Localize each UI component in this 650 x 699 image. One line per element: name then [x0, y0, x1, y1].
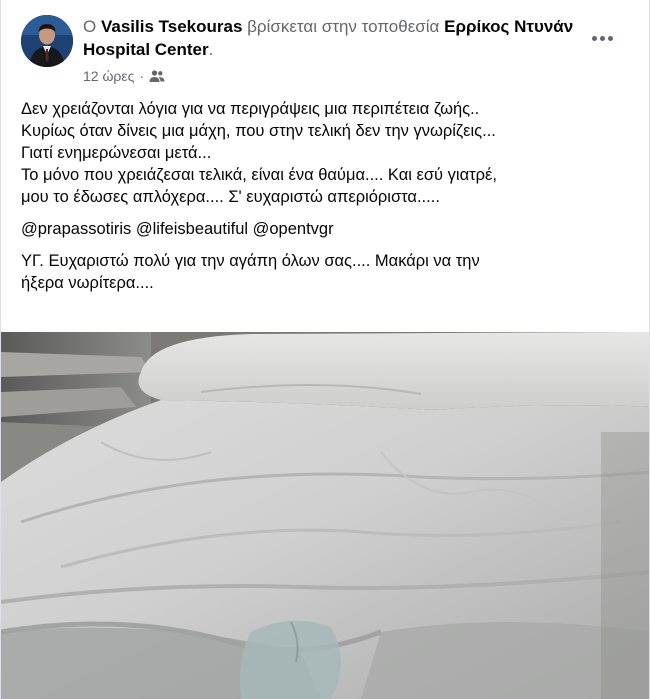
location-suffix: .: [208, 40, 214, 59]
post-line: Κυρίως όταν δίνεις μια μάχη, που στην τε…: [21, 122, 496, 140]
post-text: Δεν χρειάζονται λόγια για να περιγράψεις…: [21, 98, 636, 294]
mentions-line: @prapassotiris @lifeisbeautiful @opentvg…: [21, 218, 636, 240]
mention-link[interactable]: @opentvgr: [253, 220, 334, 238]
post-header: Ο Vasilis Tsekouras βρίσκεται στην τοποθ…: [1, 0, 649, 95]
meta-separator: ·: [139, 68, 145, 84]
post-byline: Ο Vasilis Tsekouras βρίσκεται στην τοποθ…: [83, 15, 583, 61]
mention-link[interactable]: @prapassotiris: [21, 220, 131, 238]
ps-line: ΥΓ. Ευχαριστώ πολύ για την αγάπη όλων σα…: [21, 252, 480, 270]
avatar[interactable]: [21, 15, 73, 67]
facebook-post: Ο Vasilis Tsekouras βρίσκεται στην τοποθ…: [0, 0, 650, 699]
profile-photo: [21, 15, 73, 67]
mention-link[interactable]: @lifeisbeautiful: [136, 220, 248, 238]
friends-icon[interactable]: [149, 69, 165, 83]
ps-line: ήξερα νωρίτερα....: [21, 274, 154, 292]
more-horiz-icon-dot: [591, 35, 597, 41]
more-horiz-icon-dot: [607, 35, 613, 41]
more-options-button[interactable]: [585, 24, 619, 52]
location-connector: βρίσκεται στην τοποθεσία: [247, 17, 440, 36]
post-meta: 12 ώρες ·: [83, 68, 165, 84]
post-photo[interactable]: [1, 332, 649, 699]
author-name-link[interactable]: Vasilis Tsekouras: [101, 17, 242, 36]
hospital-bed-photo: [1, 332, 649, 699]
post-line: μου το έδωσες απλόχερα.... Σ' ευχαριστώ …: [21, 188, 440, 206]
post-timestamp[interactable]: 12 ώρες: [83, 68, 134, 84]
author-prefix: Ο: [83, 17, 97, 36]
post-line: Γιατί ενημερώνεσαι μετά...: [21, 144, 212, 162]
post-line: Δεν χρειάζονται λόγια για να περιγράψεις…: [21, 100, 480, 118]
more-horiz-icon-dot: [599, 35, 605, 41]
post-line: Το μόνο που χρειάζεσαι τελικά, είναι ένα…: [21, 166, 497, 184]
